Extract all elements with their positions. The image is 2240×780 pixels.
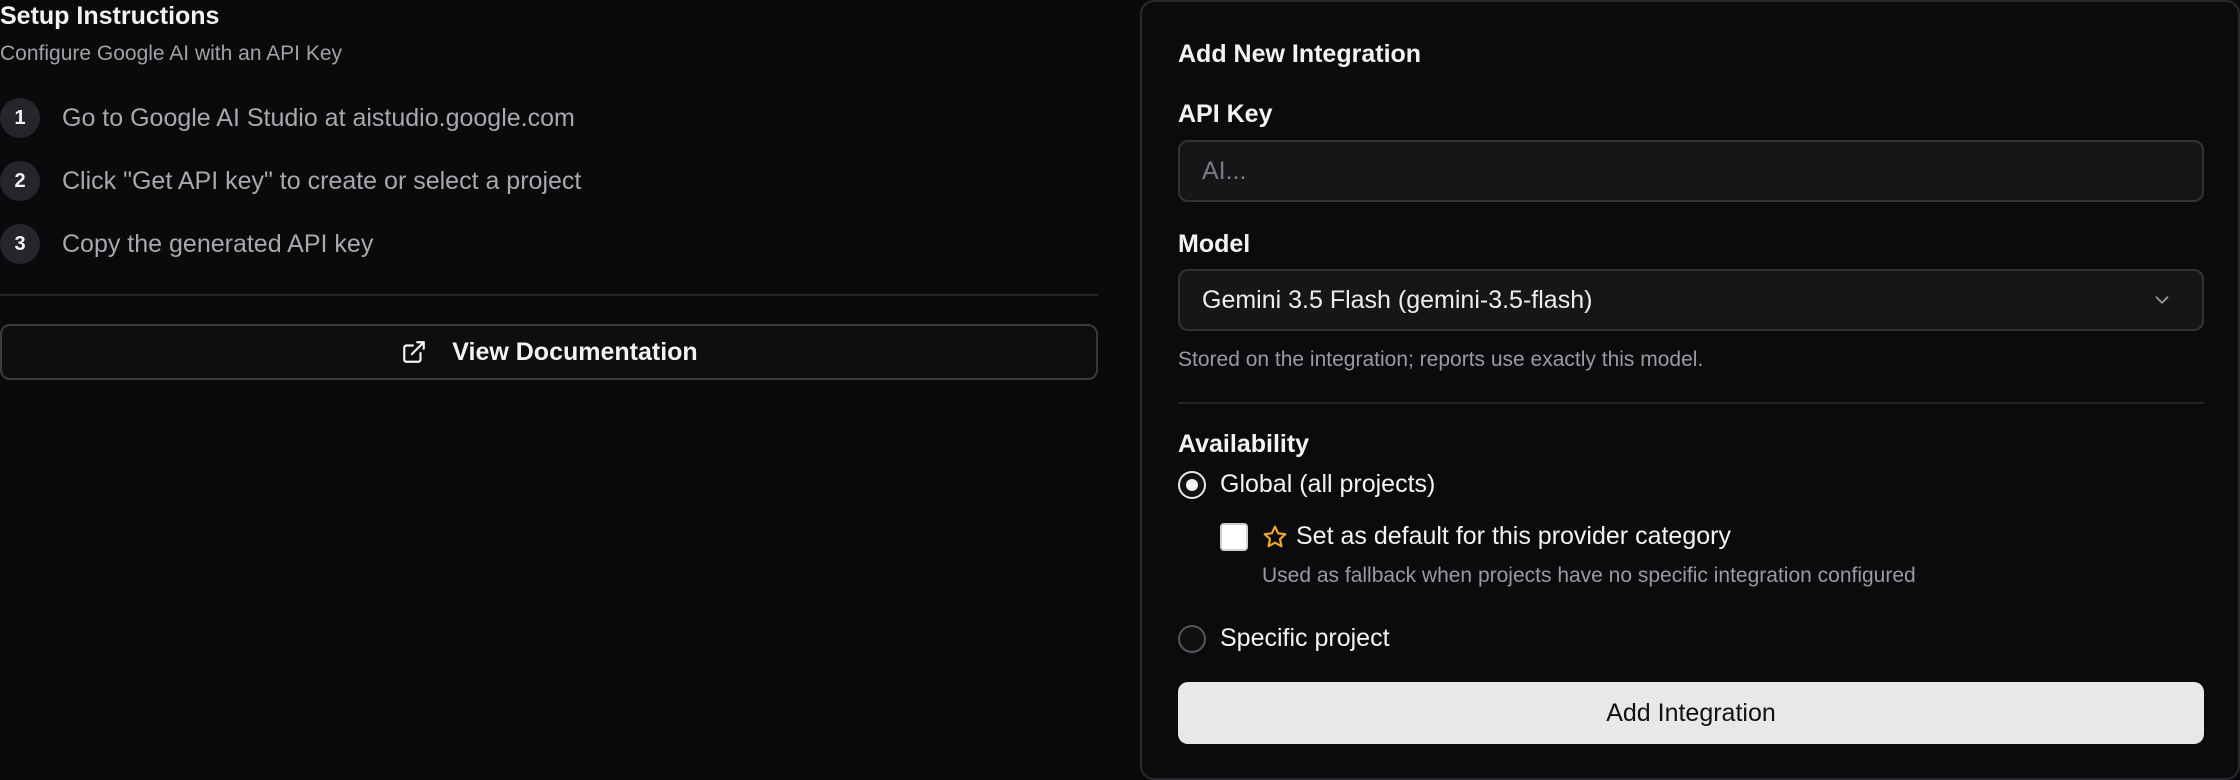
default-provider-checkbox[interactable] — [1220, 522, 1248, 551]
specific-project-radio-label: Specific project — [1220, 624, 1390, 652]
setup-step: 3 Copy the generated API key — [0, 222, 373, 266]
api-key-field-wrapper — [1178, 140, 2204, 202]
api-key-label: API Key — [1178, 100, 1273, 128]
form-divider — [1178, 402, 2204, 404]
step-text: Click "Get API key" to create or select … — [62, 166, 582, 195]
external-link-icon — [400, 338, 428, 366]
default-provider-hint: Used as fallback when projects have no s… — [1262, 564, 1916, 587]
model-select[interactable]: Gemini 3.5 Flash (gemini-3.5-flash) — [1178, 269, 2204, 331]
add-integration-button[interactable]: Add Integration — [1178, 682, 2204, 744]
model-label: Model — [1178, 230, 1251, 258]
model-selected-value: Gemini 3.5 Flash (gemini-3.5-flash) — [1202, 285, 1593, 314]
star-icon — [1262, 524, 1288, 550]
add-integration-label: Add Integration — [1606, 698, 1776, 727]
add-integration-card: Add New Integration API Key Model Gemini… — [1140, 0, 2240, 780]
availability-label: Availability — [1178, 430, 1310, 458]
setup-subtitle: Configure Google AI with an API Key — [0, 42, 343, 65]
default-provider-checkbox-row[interactable]: Set as default for this provider categor… — [1220, 522, 1731, 551]
setup-title: Setup Instructions — [0, 2, 220, 30]
default-provider-label: Set as default for this provider categor… — [1296, 522, 1731, 550]
view-documentation-button[interactable]: View Documentation — [0, 324, 1098, 380]
form-title: Add New Integration — [1178, 40, 1422, 68]
api-key-input[interactable] — [1180, 142, 2202, 200]
setup-divider — [0, 294, 1098, 296]
setup-step: 1 Go to Google AI Studio at aistudio.goo… — [0, 96, 575, 140]
step-text: Go to Google AI Studio at aistudio.googl… — [62, 103, 575, 132]
model-hint: Stored on the integration; reports use e… — [1178, 348, 1704, 371]
global-radio-label: Global (all projects) — [1220, 470, 1436, 498]
step-number-badge: 1 — [0, 98, 40, 138]
view-documentation-label: View Documentation — [452, 337, 698, 366]
step-text: Copy the generated API key — [62, 229, 374, 258]
availability-option-global[interactable]: Global (all projects) — [1178, 470, 1435, 499]
step-number-badge: 3 — [0, 224, 40, 264]
availability-option-specific[interactable]: Specific project — [1178, 624, 1390, 653]
chevron-down-icon — [2150, 288, 2174, 312]
specific-project-radio[interactable] — [1178, 624, 1206, 653]
global-radio[interactable] — [1178, 470, 1206, 499]
setup-step: 2 Click "Get API key" to create or selec… — [0, 159, 581, 203]
step-number-badge: 2 — [0, 161, 40, 201]
